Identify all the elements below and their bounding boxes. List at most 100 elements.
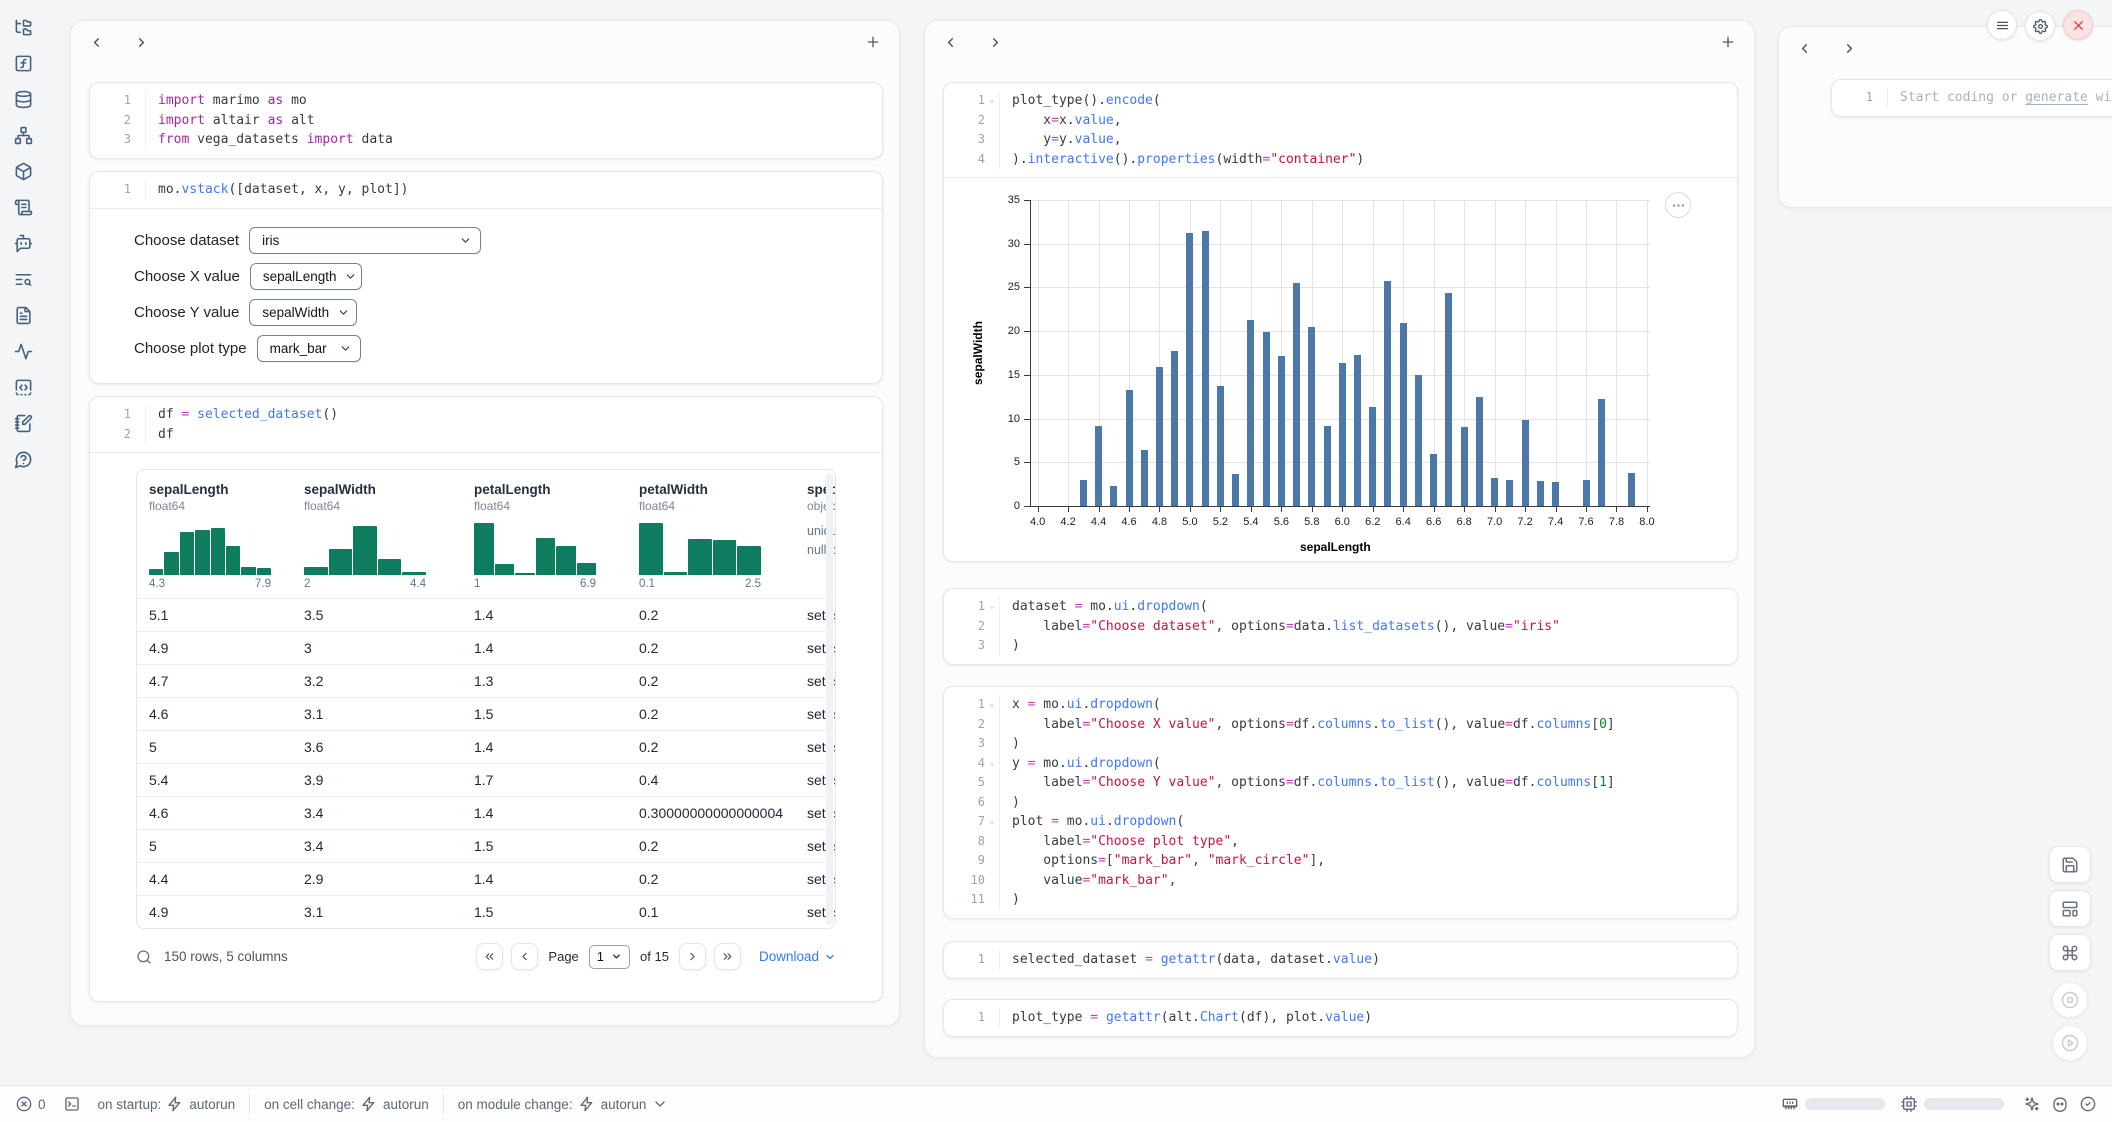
x-tick-label: 6.2 — [1356, 516, 1390, 528]
error-count-indicator[interactable]: 0 — [16, 1096, 46, 1112]
y-axis-title: sepalWidth — [971, 321, 985, 385]
table-row[interactable]: 53.61.40.2setos — [137, 730, 835, 763]
column-header-sepalWidth[interactable]: sepalWidthfloat6424.4 — [292, 470, 462, 598]
search-icon[interactable] — [136, 949, 152, 965]
connection-status-button[interactable] — [2080, 1096, 2096, 1112]
last-page-button[interactable] — [714, 943, 741, 970]
robot-icon — [2052, 1096, 2068, 1112]
page-select[interactable]: 1 — [589, 945, 630, 969]
cell-vstack: 1mo.vstack([dataset, x, y, plot]) Choose… — [89, 171, 883, 384]
table-header: sepalLengthfloat644.37.9sepalWidthfloat6… — [137, 470, 835, 598]
x-tick-label: 7.8 — [1599, 516, 1633, 528]
runtime-config-2[interactable]: on cell change:autorun — [264, 1096, 429, 1112]
ai-assist-button[interactable] — [2024, 1096, 2040, 1112]
settings-button[interactable] — [2025, 11, 2055, 41]
file-tree-icon[interactable] — [14, 18, 33, 37]
copilot-button[interactable] — [2052, 1096, 2068, 1112]
column-collapse-left-icon[interactable] — [89, 35, 104, 50]
chart-actions-button[interactable] — [1665, 192, 1691, 218]
table-row[interactable]: 4.73.21.30.2setos — [137, 664, 835, 697]
package-icon[interactable] — [14, 162, 33, 181]
code-editor-plottype[interactable]: 1plot_type = getattr(alt.Chart(df), plot… — [944, 1000, 1737, 1036]
notebook-column-2: 1⌄plot_type().encode(2 x=x.value,3 y=y.v… — [924, 20, 1755, 1058]
shutdown-button[interactable] — [2063, 10, 2093, 40]
table-row[interactable]: 53.41.50.2setos — [137, 829, 835, 862]
y-tick-label: 25 — [980, 281, 1020, 293]
save-button[interactable] — [2049, 846, 2091, 883]
table-body: 5.13.51.40.2setos4.931.40.2setos4.73.21.… — [137, 598, 835, 928]
network-icon[interactable] — [14, 126, 33, 145]
activity-icon[interactable] — [14, 342, 33, 361]
runtime-config-3[interactable]: on module change:autorun — [458, 1096, 669, 1112]
column-histogram — [149, 523, 271, 575]
memory-icon — [1782, 1096, 1798, 1112]
generate-with-ai-link[interactable]: generate — [2025, 90, 2088, 105]
x-axis-title: sepalLength — [1300, 540, 1371, 554]
notebook-menu-button[interactable] — [1987, 10, 2017, 40]
column-header-sepalLength[interactable]: sepalLengthfloat644.37.9 — [137, 470, 292, 598]
terminal-button[interactable] — [64, 1096, 80, 1112]
code-editor-imports[interactable]: 1import marimo as mo2import altair as al… — [90, 83, 882, 158]
dropdown-select-choose-dataset[interactable]: iris — [249, 227, 481, 254]
dropdown-select-choose-y-value[interactable]: sepalWidth — [249, 299, 357, 326]
dropdown-select-choose-x-value[interactable]: sepalLength — [250, 263, 362, 290]
column-header-speci[interactable]: speciobjecuniqunulls: — [795, 470, 835, 598]
dataframe-table: sepalLengthfloat644.37.9sepalWidthfloat6… — [136, 469, 836, 929]
column-expand-right-icon[interactable] — [1842, 41, 1857, 56]
column-header-petalWidth[interactable]: petalWidthfloat640.12.5 — [627, 470, 795, 598]
database-icon[interactable] — [14, 90, 33, 109]
status-bar: 0 on startup:autorun on cell change:autor… — [0, 1085, 2112, 1122]
code-editor-vstack[interactable]: 1mo.vstack([dataset, x, y, plot]) — [90, 172, 882, 208]
stop-kernel-button[interactable] — [2052, 982, 2088, 1018]
dropdown-row: Choose plot typemark_bar — [134, 331, 882, 367]
chart[interactable]: 051015202530354.04.24.44.64.85.05.25.45.… — [944, 177, 1737, 561]
table-row[interactable]: 5.13.51.40.2setos — [137, 598, 835, 631]
table-row[interactable]: 4.63.11.50.2setos — [137, 697, 835, 730]
x-tick-label: 5.6 — [1264, 516, 1298, 528]
next-page-button[interactable] — [679, 943, 706, 970]
table-row[interactable]: 4.93.11.50.1setos — [137, 895, 835, 928]
help-circle-icon[interactable] — [14, 450, 33, 469]
command-palette-button[interactable] — [2049, 934, 2091, 971]
y-tick-label: 5 — [980, 456, 1020, 468]
y-tick-label: 20 — [980, 325, 1020, 337]
table-row[interactable]: 4.931.40.2setos — [137, 631, 835, 664]
code-editor-empty[interactable]: 1 Start coding or generate with AI — [1832, 80, 2112, 116]
bot-message-icon[interactable] — [14, 234, 33, 253]
runtime-config-1[interactable]: on startup:autorun — [98, 1096, 236, 1112]
notebook-pen-icon[interactable] — [14, 414, 33, 433]
table-row[interactable]: 5.43.91.70.4setos — [137, 763, 835, 796]
dropdown-select-choose-plot-type[interactable]: mark_bar — [257, 335, 361, 362]
column-expand-right-icon[interactable] — [134, 35, 149, 50]
layout-toggle-button[interactable] — [2049, 890, 2091, 927]
column-collapse-left-icon[interactable] — [943, 35, 958, 50]
code-editor-xyplot[interactable]: 1⌄x = mo.ui.dropdown(2 label="Choose X v… — [944, 687, 1737, 918]
code-editor-df[interactable]: 1df = selected_dataset()2df — [90, 397, 882, 453]
column-collapse-left-icon[interactable] — [1797, 41, 1812, 56]
add-cell-button[interactable] — [1720, 34, 1736, 50]
first-page-button[interactable] — [476, 943, 503, 970]
x-tick-label: 4.2 — [1051, 516, 1085, 528]
code-editor-dataset[interactable]: 1⌄dataset = mo.ui.dropdown(2 label="Choo… — [944, 589, 1737, 664]
column-2-header — [925, 21, 1754, 63]
x-tick-label: 4.8 — [1142, 516, 1176, 528]
x-tick-label: 7.4 — [1539, 516, 1573, 528]
code-square-icon[interactable] — [14, 378, 33, 397]
scroll-text-icon[interactable] — [14, 198, 33, 217]
table-row[interactable]: 4.63.41.40.30000000000000004setos — [137, 796, 835, 829]
text-search-icon[interactable] — [14, 270, 33, 289]
y-tick-label: 30 — [980, 238, 1020, 250]
cell-plot-type: 1plot_type = getattr(alt.Chart(df), plot… — [943, 999, 1738, 1037]
run-all-button[interactable] — [2052, 1025, 2088, 1061]
table-row[interactable]: 4.42.91.40.2setos — [137, 862, 835, 895]
code-editor-chart[interactable]: 1⌄plot_type().encode(2 x=x.value,3 y=y.v… — [944, 83, 1737, 177]
column-expand-right-icon[interactable] — [988, 35, 1003, 50]
function-square-icon[interactable] — [14, 54, 33, 73]
prev-page-button[interactable] — [511, 943, 538, 970]
add-cell-button[interactable] — [865, 34, 881, 50]
file-text-icon[interactable] — [14, 306, 33, 325]
column-header-petalLength[interactable]: petalLengthfloat6416.9 — [462, 470, 627, 598]
code-editor-selected[interactable]: 1selected_dataset = getattr(data, datase… — [944, 942, 1737, 978]
x-tick-label: 4.0 — [1021, 516, 1055, 528]
download-button[interactable]: Download — [759, 949, 836, 964]
